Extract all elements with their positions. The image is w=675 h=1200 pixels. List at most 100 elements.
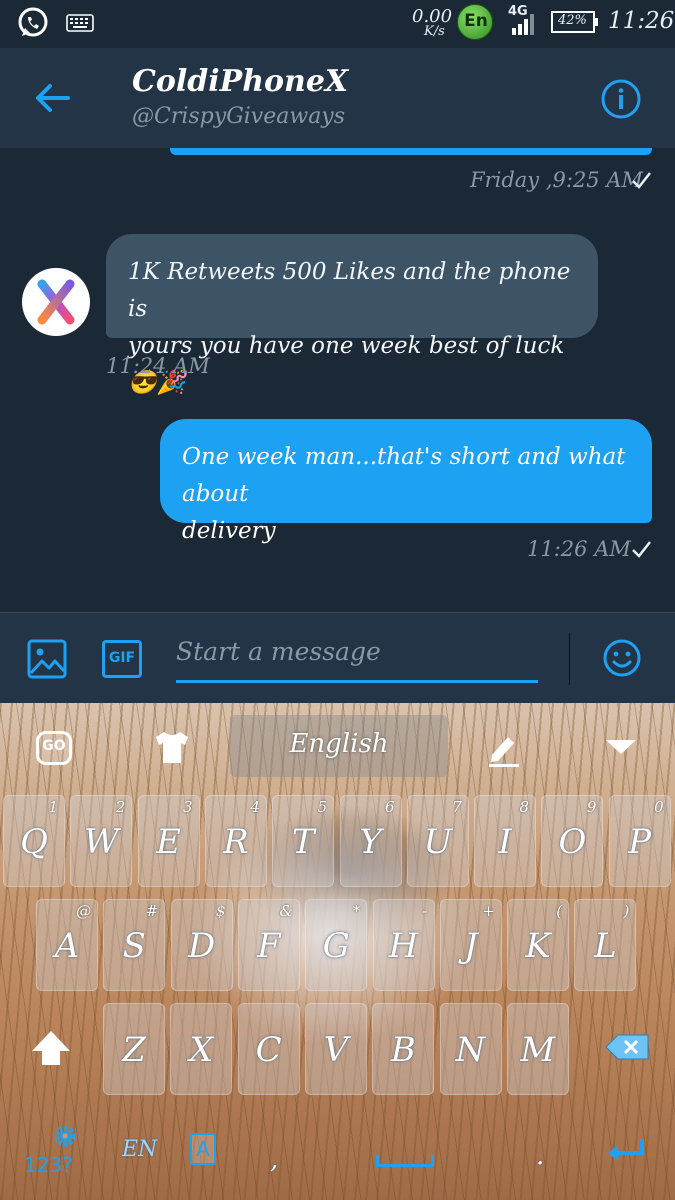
key-secondary-label: * xyxy=(352,902,361,920)
theme-shirt-icon[interactable] xyxy=(152,729,192,765)
key-secondary-label: 0 xyxy=(654,798,664,816)
key-l[interactable]: L) xyxy=(574,899,637,991)
message-text-line: 1K Retweets 500 Likes and the phone is xyxy=(128,259,571,322)
symbols-key[interactable]: 123? xyxy=(24,1153,73,1177)
key-s[interactable]: S # xyxy=(103,899,166,991)
key-i[interactable]: I8 xyxy=(474,795,537,887)
key-b[interactable]: B xyxy=(372,1003,435,1095)
avatar-x-logo-icon xyxy=(37,279,75,325)
image-icon[interactable] xyxy=(27,639,67,679)
bottom-key-row: 123? EN A , . xyxy=(0,1103,675,1200)
key-j[interactable]: J + xyxy=(439,899,502,991)
key-r[interactable]: R4 xyxy=(204,795,267,887)
key-secondary-label: - xyxy=(422,902,428,920)
message-timestamp: Friday ,9:25 AM xyxy=(470,168,644,192)
go-label: GO xyxy=(42,738,66,754)
outgoing-message-bubble[interactable]: One week man...that's short and what abo… xyxy=(160,419,652,544)
key-secondary-label: ) xyxy=(623,902,630,920)
key-h[interactable]: H- xyxy=(372,899,435,991)
period-key[interactable]: . xyxy=(536,1141,544,1171)
key-label: S xyxy=(122,926,146,966)
edit-icon[interactable] xyxy=(486,729,522,767)
key-g[interactable]: G * xyxy=(305,899,368,991)
battery-percent: 42% xyxy=(558,13,587,28)
key-z[interactable]: Z xyxy=(103,1003,165,1095)
settings-gear-icon[interactable] xyxy=(52,1123,78,1149)
backspace-icon[interactable] xyxy=(584,1003,670,1095)
key-label: V xyxy=(323,1030,349,1070)
key-p[interactable]: P0 xyxy=(608,795,671,887)
message-input[interactable]: Start a message xyxy=(176,631,538,683)
key-v[interactable]: V xyxy=(304,1003,367,1095)
message-list[interactable]: Friday ,9:25 AM 1K Retweets 500 Likes an… xyxy=(0,148,675,612)
key-a[interactable]: A @ xyxy=(36,899,98,991)
key-label: T xyxy=(291,822,315,862)
whatsapp-icon xyxy=(18,7,48,37)
avatar[interactable] xyxy=(22,268,90,336)
key-label: Z xyxy=(122,1030,146,1070)
space-icon[interactable] xyxy=(376,1155,434,1167)
keyboard-language-bar[interactable]: English xyxy=(230,715,448,777)
key-label: K xyxy=(525,926,551,966)
key-label: A xyxy=(54,926,80,966)
ime-badge-text: En xyxy=(464,11,488,31)
key-e[interactable]: E3 xyxy=(137,795,200,887)
emoji-icon[interactable] xyxy=(602,638,642,678)
key-label: I xyxy=(498,822,512,862)
go-icon[interactable]: GO xyxy=(36,731,72,765)
key-label: G xyxy=(322,926,350,966)
message-timestamp: 11:24 AM xyxy=(106,354,210,378)
incoming-message-bubble[interactable]: 1K Retweets 500 Likes and the phone is y… xyxy=(106,234,598,396)
message-timestamp: 11:26 AM xyxy=(527,537,631,561)
key-y[interactable]: Y6 xyxy=(339,795,402,887)
key-x[interactable]: X xyxy=(170,1003,233,1095)
font-icon[interactable]: A xyxy=(190,1133,216,1165)
key-secondary-label: @ xyxy=(76,902,91,920)
key-t[interactable]: T5 xyxy=(272,795,335,887)
key-w[interactable]: W2 xyxy=(70,795,133,887)
key-secondary-label: 3 xyxy=(183,798,193,816)
gif-icon[interactable]: GIF xyxy=(102,640,142,678)
key-secondary-label: 4 xyxy=(250,798,260,816)
key-secondary-label: 9 xyxy=(586,798,597,816)
key-label: Q xyxy=(20,822,48,862)
info-icon[interactable] xyxy=(600,78,642,120)
key-label: F xyxy=(257,926,281,966)
key-d[interactable]: D $ xyxy=(170,899,233,991)
collapse-chevron-icon[interactable] xyxy=(604,737,638,757)
key-secondary-label: $ xyxy=(216,902,226,920)
key-label: J xyxy=(463,926,478,966)
key-q[interactable]: Q1 xyxy=(3,795,65,887)
key-label: H xyxy=(388,926,419,966)
enter-icon[interactable] xyxy=(606,1137,646,1163)
key-m[interactable]: M xyxy=(506,1003,569,1095)
soft-keyboard: GO English Q 1 W 2 E 3 R 4 T 5 Y 6 U 7 I 8 O 9 P 0 A @ S # D $ F & G… xyxy=(0,703,675,1200)
key-secondary-label: 1 xyxy=(48,798,58,816)
gif-label: GIF xyxy=(108,650,136,666)
shift-icon[interactable] xyxy=(8,1003,94,1095)
key-u[interactable]: U7 xyxy=(406,795,469,887)
clock: 11:26 xyxy=(608,8,675,34)
key-c[interactable]: C xyxy=(237,1003,300,1095)
keyboard-language: English xyxy=(289,729,389,759)
previous-message-bubble[interactable] xyxy=(170,148,652,155)
back-arrow-icon[interactable] xyxy=(28,76,76,120)
keyboard-toolbar: GO English xyxy=(0,703,675,793)
ime-badge: En xyxy=(457,4,493,40)
language-switch-key[interactable]: EN xyxy=(122,1137,157,1162)
key-secondary-label: 5 xyxy=(317,798,328,816)
key-o[interactable]: O9 xyxy=(541,795,604,887)
conversation-title: ColdiPhoneX xyxy=(132,64,349,99)
key-f[interactable]: F & xyxy=(237,899,300,991)
message-composer: GIF Start a message xyxy=(0,612,675,703)
message-input-placeholder: Start a message xyxy=(176,637,381,666)
key-k[interactable]: K( xyxy=(507,899,570,991)
composer-divider xyxy=(569,633,570,685)
conversation-handle: @CrispyGiveaways xyxy=(132,104,346,129)
key-label: Y xyxy=(359,822,382,862)
comma-key[interactable]: , xyxy=(270,1145,278,1175)
key-label: L xyxy=(594,926,617,966)
signal-icon xyxy=(512,14,534,35)
key-n[interactable]: N xyxy=(439,1003,502,1095)
key-secondary-label: # xyxy=(145,902,159,920)
